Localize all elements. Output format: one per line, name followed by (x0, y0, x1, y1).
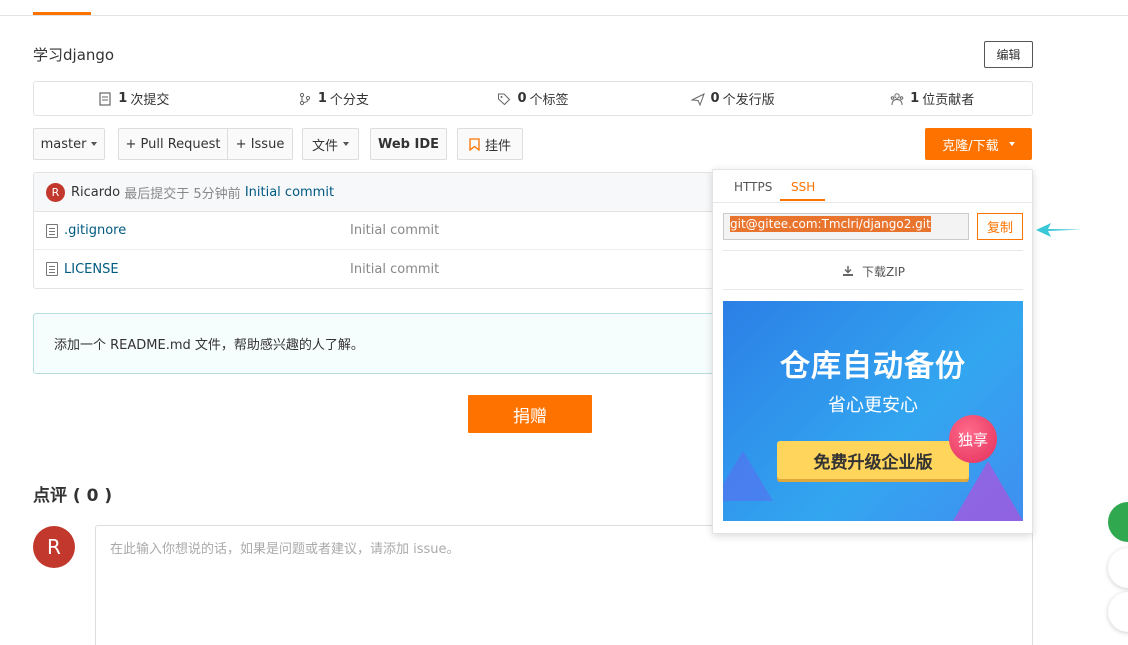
active-tab-indicator (33, 12, 91, 15)
share-float-button[interactable] (1108, 592, 1128, 632)
stat-tags-label: 个标签 (529, 93, 569, 108)
top-nav-bar (0, 0, 1128, 16)
stat-releases-count: 0 (710, 91, 720, 106)
contributors-icon (890, 92, 904, 105)
promo-title: 仓库自动备份 (780, 349, 966, 384)
clone-download-label: 克隆/下载 (942, 138, 999, 154)
commit-time: 5分钟前 (193, 186, 241, 202)
stat-releases-label: 个发行版 (722, 93, 775, 108)
stat-tags[interactable]: 0 个标签 (433, 89, 633, 108)
issue-button[interactable]: + Issue (227, 128, 293, 160)
divider (723, 289, 1023, 290)
clone-url-input[interactable]: git@gitee.com:Tmclri/django2.git (723, 213, 969, 240)
commit-icon (99, 91, 111, 106)
bookmark-icon (469, 137, 480, 151)
tab-https[interactable]: HTTPS (734, 180, 772, 194)
download-icon (843, 266, 853, 276)
branch-select-label: master (40, 136, 87, 152)
divider (723, 250, 1023, 251)
download-zip-label: 下载ZIP (862, 265, 905, 279)
stat-tags-count: 0 (517, 91, 527, 106)
feedback-float-button[interactable] (1108, 548, 1128, 588)
stat-commits-count: 1 (118, 91, 128, 106)
branch-icon (299, 92, 310, 105)
chevron-down-icon (1008, 142, 1015, 146)
pointer-arrow-icon (1036, 223, 1081, 237)
repo-description: 学习django (33, 46, 115, 64)
file-name[interactable]: LICENSE (64, 262, 119, 277)
repo-toolbar: master + Pull Request + Issue 文件 Web IDE… (33, 128, 1033, 160)
stat-branches-label: 个分支 (329, 93, 369, 108)
release-icon (690, 92, 705, 106)
pull-request-button[interactable]: + Pull Request (118, 128, 228, 160)
decorative-shape (723, 451, 773, 501)
clone-download-button[interactable]: 克隆/下载 (925, 128, 1032, 160)
tab-ssh-underline (780, 199, 825, 201)
readme-hint-box: 添加一个 README.md 文件，帮助感兴趣的人了解。 (33, 313, 723, 374)
stat-commits-label: 次提交 (130, 93, 170, 108)
promo-badge: 独享 (949, 415, 997, 463)
avatar[interactable]: R (46, 182, 65, 202)
help-float-button[interactable] (1108, 502, 1128, 542)
stat-commits[interactable]: 1 次提交 (34, 89, 234, 108)
file-icon (46, 262, 58, 276)
stat-contributors[interactable]: 1 位贡献者 (832, 89, 1032, 108)
file-commit-message[interactable]: Initial commit (350, 262, 439, 277)
promo-banner[interactable]: 仓库自动备份 省心更安心 免费升级企业版 独享 (723, 301, 1023, 521)
commit-text: 最后提交于 (124, 186, 190, 202)
chevron-down-icon (343, 142, 349, 146)
donate-button[interactable]: 捐赠 (468, 395, 592, 433)
clone-dropdown-panel: HTTPS SSH git@gitee.com:Tmclri/django2.g… (712, 169, 1034, 534)
file-name[interactable]: .gitignore (64, 223, 126, 238)
file-list: R Ricardo 最后提交于 5分钟前 Initial commit .git… (33, 172, 713, 289)
commit-author[interactable]: Ricardo (71, 185, 120, 200)
repo-stats-bar: 1 次提交 1 个分支 0 个标签 0 个发行版 1 位贡献者 (33, 81, 1033, 116)
commit-message[interactable]: Initial commit (245, 185, 334, 200)
avatar: R (33, 526, 75, 568)
chevron-down-icon (91, 142, 98, 146)
branch-select[interactable]: master (33, 128, 105, 160)
widget-button-label: 挂件 (484, 138, 511, 154)
comments-title: 点评 ( 0 ) (33, 486, 113, 506)
list-item[interactable]: .gitignore Initial commit (34, 212, 713, 250)
readme-hint-text[interactable]: 添加一个 README.md 文件，帮助感兴趣的人了解。 (54, 334, 364, 353)
stat-contributors-count: 1 (910, 91, 920, 106)
clone-url-text: git@gitee.com:Tmclri/django2.git (730, 216, 931, 232)
last-commit-row: R Ricardo 最后提交于 5分钟前 Initial commit (34, 173, 713, 212)
web-ide-button[interactable]: Web IDE (370, 128, 447, 160)
stat-branches-count: 1 (317, 91, 327, 106)
promo-subtitle: 省心更安心 (828, 395, 918, 416)
tab-ssh[interactable]: SSH (791, 180, 815, 194)
copy-button[interactable]: 复制 (977, 213, 1023, 240)
stat-branches[interactable]: 1 个分支 (234, 89, 434, 108)
files-dropdown-label: 文件 (311, 138, 338, 154)
edit-button[interactable]: 编辑 (984, 41, 1033, 68)
stat-releases[interactable]: 0 个发行版 (633, 89, 833, 108)
stat-contributors-label: 位贡献者 (922, 93, 975, 108)
files-dropdown[interactable]: 文件 (302, 128, 359, 160)
tag-icon (498, 93, 511, 105)
divider (713, 202, 1034, 203)
upgrade-enterprise-button[interactable]: 免费升级企业版 (777, 441, 969, 479)
list-item[interactable]: LICENSE Initial commit (34, 250, 713, 288)
file-icon (46, 223, 58, 238)
widget-button[interactable]: 挂件 (457, 128, 523, 160)
download-zip-link[interactable]: 下载ZIP (713, 263, 1034, 280)
file-commit-message[interactable]: Initial commit (350, 223, 439, 238)
comment-textarea[interactable]: 在此输入你想说的话，如果是问题或者建议，请添加 issue。 (95, 525, 1033, 645)
